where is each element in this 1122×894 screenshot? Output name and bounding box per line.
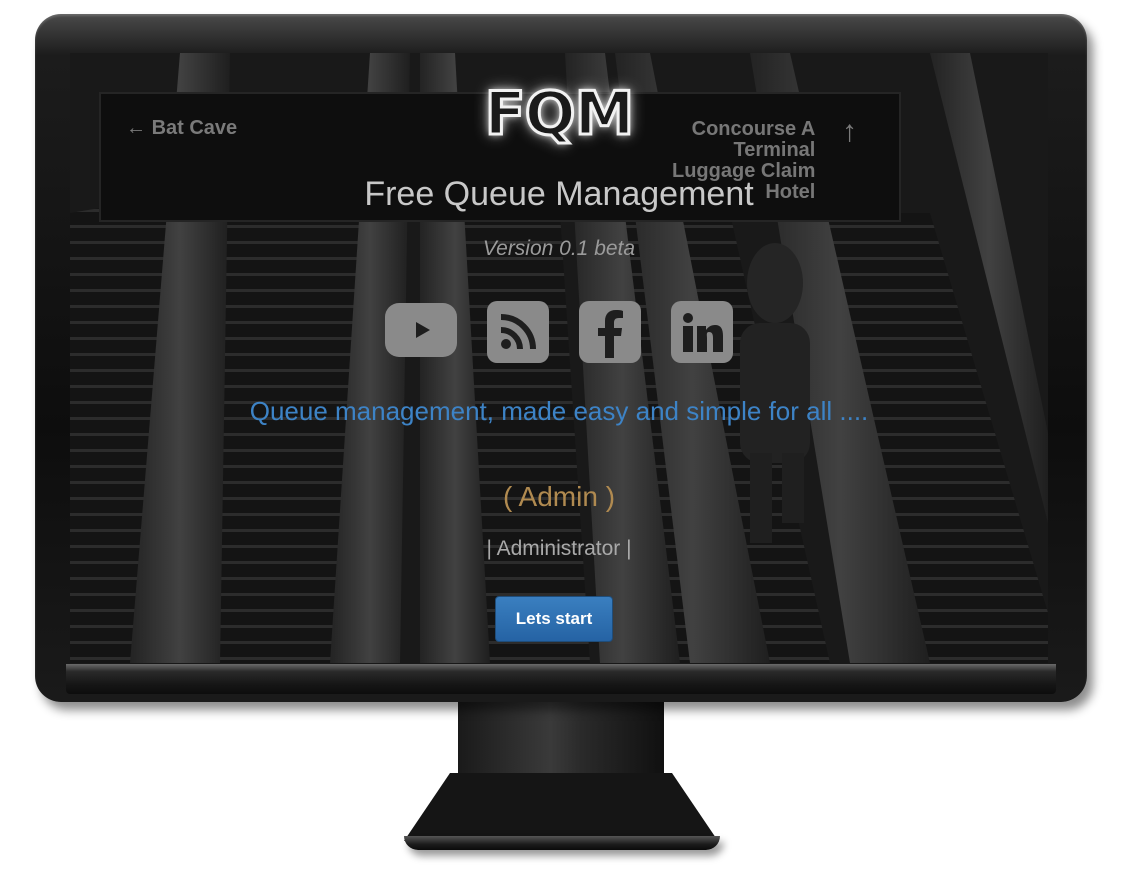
user-role: | Administrator | — [486, 537, 632, 560]
rss-link[interactable] — [487, 301, 549, 363]
lets-start-button[interactable]: Lets start — [495, 596, 613, 642]
facebook-icon — [598, 310, 623, 358]
linkedin-icon — [683, 313, 723, 352]
youtube-icon — [416, 322, 430, 338]
monitor-stand-neck — [458, 701, 664, 777]
monitor-screen: ← Bat Cave Concourse A Terminal Luggage … — [70, 53, 1048, 663]
monitor-bezel-bottom — [66, 664, 1056, 694]
linkedin-link[interactable] — [671, 301, 733, 363]
monitor-stand-base — [404, 773, 718, 841]
monitor-stand-base-edge — [404, 836, 720, 850]
tagline: Queue management, made easy and simple f… — [249, 396, 869, 426]
page-title: Free Queue Management — [364, 175, 754, 213]
user-name: ( Admin ) — [502, 481, 616, 512]
youtube-link[interactable] — [385, 303, 457, 357]
fqm-logo: FQM — [483, 78, 636, 151]
social-links — [70, 301, 1048, 363]
version-label: Version 0.1 beta — [482, 237, 636, 260]
rss-icon — [500, 314, 536, 350]
facebook-link[interactable] — [579, 301, 641, 363]
